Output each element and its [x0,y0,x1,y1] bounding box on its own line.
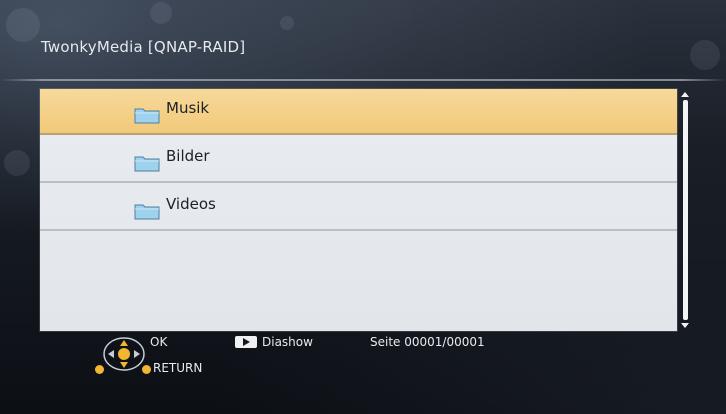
button-hint-bar: OK RETURN Diashow Seite 00001/00001 [0,331,726,414]
scrollbar[interactable] [681,92,689,328]
list-item-bilder[interactable]: Bilder [40,137,677,183]
folder-icon [134,204,160,220]
dpad-icon [103,337,145,371]
media-browser-screen: TwonkyMedia [QNAP-RAID] Musik Bilder Vid… [0,0,726,414]
list-item-label: Musik [166,99,210,117]
folder-icon [134,156,160,172]
title-divider [0,79,726,81]
list-item-label: Bilder [166,147,210,165]
page-indicator: Seite 00001/00001 [370,335,485,349]
background-bokeh [150,2,172,24]
list-item-label: Videos [166,195,216,213]
scrollbar-track [683,100,688,320]
window-title: TwonkyMedia [QNAP-RAID] [41,38,246,56]
return-button-dot-icon [95,365,104,374]
background-bokeh [690,40,720,70]
play-icon [235,336,257,348]
background-bokeh [4,150,30,176]
folder-icon [134,108,160,124]
list-item-videos[interactable]: Videos [40,185,677,231]
scroll-up-arrow-icon [681,92,689,97]
ok-hint: OK [150,335,168,349]
diashow-hint: Diashow [262,335,313,349]
media-list: Musik Bilder Videos [40,89,677,331]
list-item-musik[interactable]: Musik [40,89,677,135]
return-button-dot-icon [142,365,151,374]
background-bokeh [6,8,40,42]
scroll-down-arrow-icon [681,323,689,328]
return-hint: RETURN [153,361,203,375]
background-bokeh [280,16,294,30]
